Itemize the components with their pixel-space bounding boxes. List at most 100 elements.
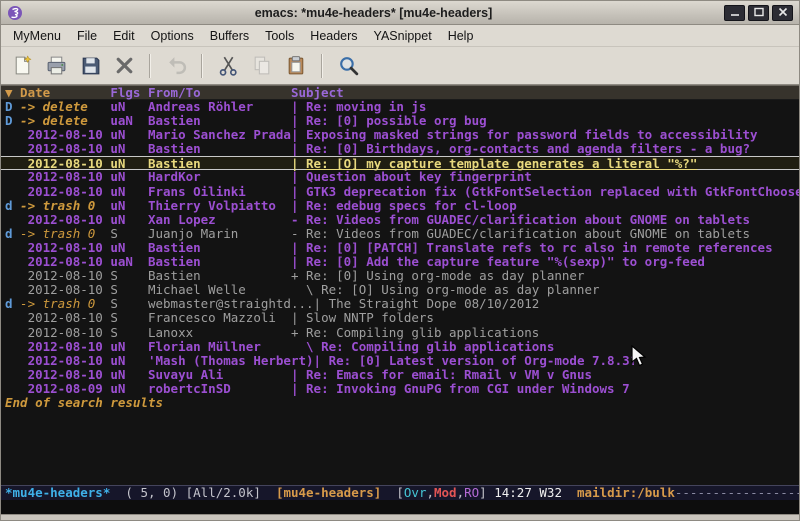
row-flags: S [110,326,148,340]
undo-button [161,51,191,81]
row-subject: Question about key fingerprint [306,169,532,184]
message-row[interactable]: D-> deleteuNAndreas Röhler| Re: moving i… [1,100,799,114]
cut-icon [217,54,240,77]
message-row[interactable]: 2012-08-10SLanoxx+ Re: Compiling glib ap… [1,326,799,340]
modeline-segment: [All/2.0k] [186,485,276,500]
row-date: 2012-08-10 [20,213,110,227]
row-from: robertcInSD [148,382,291,396]
row-flags: uN [110,241,148,255]
row-date: 2012-08-10 [20,142,110,156]
menu-item-file[interactable]: File [69,27,105,45]
modeline-segment: ] [479,485,494,500]
modeline-segment: Ovr [404,485,427,500]
row-flags: uN [110,354,148,368]
message-row[interactable]: 2012-08-10uNFlorian Müllner \ Re: Compil… [1,340,799,354]
row-subject: Re: Videos from GUADEC/clarification abo… [306,212,750,227]
echo-area[interactable] [1,500,799,514]
close-buffer-button[interactable] [109,51,139,81]
row-from: Bastien [148,255,291,269]
row-thread-prefix: - [291,226,306,241]
cut-button[interactable] [213,51,243,81]
modeline-segment: , [457,485,465,500]
mode-line[interactable]: *mu4e-headers* ( 5, 0) [All/2.0k] [mu4e-… [1,485,799,500]
menu-item-buffers[interactable]: Buffers [202,27,257,45]
search-button[interactable] [333,51,363,81]
row-from: Juanjo Marin [148,227,291,241]
menu-item-options[interactable]: Options [143,27,202,45]
message-row[interactable]: 2012-08-10uNBastien| Re: [0] Birthdays, … [1,142,799,156]
row-flags: uN [110,185,148,199]
row-flags: uN [110,128,148,142]
copy-button [247,51,277,81]
row-date: 2012-08-10 [20,311,110,325]
row-flags: S [110,269,148,283]
message-row[interactable]: 2012-08-10uNSuvayu Ali| Re: Emacs for em… [1,368,799,382]
row-date: 2012-08-10 [20,255,110,269]
column-header-flags: Flgs [110,86,148,99]
message-row[interactable]: 2012-08-10SFrancesco Mazzoli| Slow NNTP … [1,311,799,325]
row-from: Xan Lopez [148,213,291,227]
message-row[interactable]: d-> trash 0uNThierry Volpiatto| Re: edeb… [1,199,799,213]
row-subject: GTK3 deprecation fix (GtkFontSelection r… [306,184,799,199]
row-from: Thierry Volpiatto [148,199,291,213]
row-from: Bastien [148,269,291,283]
message-row[interactable]: D-> deleteuaNBastien| Re: [0] possible o… [1,114,799,128]
message-row[interactable]: 2012-08-10SBastien+ Re: [0] Using org-mo… [1,269,799,283]
message-row[interactable]: 2012-08-09uNrobertcInSD| Re: Invoking Gn… [1,382,799,396]
column-header-subject: Subject [291,85,344,100]
maximize-icon [753,4,765,22]
end-of-results: End of search results [1,396,799,410]
row-subject: Re: [0] Birthdays, org-contacts and agen… [306,141,750,156]
modeline-segment: [ [396,485,404,500]
menu-item-tools[interactable]: Tools [257,27,302,45]
message-row[interactable]: 2012-08-10uNBastien| Re: [0] [PATCH] Tra… [1,241,799,255]
window-resize-strip[interactable] [1,514,799,520]
message-row[interactable]: 2012-08-10SMichael Welle \ Re: [O] Using… [1,283,799,297]
titlebar[interactable]: emacs: *mu4e-headers* [mu4e-headers] [1,1,799,25]
print-button[interactable] [41,51,71,81]
emacs-icon [7,5,23,21]
row-flags: uaN [110,255,148,269]
menu-item-yasnippet[interactable]: YASnippet [366,27,440,45]
new-file-button[interactable] [7,51,37,81]
menu-item-edit[interactable]: Edit [105,27,143,45]
row-subject: Re: Compiling glib applications [321,339,554,354]
maximize-button[interactable] [748,5,769,21]
row-thread-prefix: | [314,296,329,311]
row-mark: D [5,114,20,128]
message-row[interactable]: d-> trash 0SJuanjo Marin- Re: Videos fro… [1,227,799,241]
toolbar [1,47,799,85]
row-from: Bastien [148,114,291,128]
modeline-segment: ( 5, 0) [110,485,185,500]
row-date: 2012-08-10 [20,340,110,354]
column-header-from: From/To [148,86,291,99]
row-thread-prefix: | [291,381,306,396]
close-button[interactable] [772,5,793,21]
message-row[interactable]: 2012-08-10uaNBastien| Re: [0] Add the ca… [1,255,799,269]
message-row[interactable]: 2012-08-10uNXan Lopez- Re: Videos from G… [1,213,799,227]
menu-item-headers[interactable]: Headers [302,27,365,45]
message-row[interactable]: 2012-08-10uNBastien| Re: [O] my capture … [1,156,799,170]
row-flags: S [110,311,148,325]
message-row[interactable]: 2012-08-10uNFrans Oilinki| GTK3 deprecat… [1,185,799,199]
search-icon [337,54,360,77]
row-thread-prefix: \ [291,339,321,354]
menu-item-help[interactable]: Help [440,27,482,45]
message-row[interactable]: d-> trash 0Swebmaster@straightd...| The … [1,297,799,311]
message-row[interactable]: 2012-08-10uNHardKor| Question about key … [1,170,799,184]
message-row[interactable]: 2012-08-10uN'Mash (Thomas Herbert)| Re: … [1,354,799,368]
row-thread-prefix: | [291,184,306,199]
row-date: -> delete [20,114,110,128]
paste-button[interactable] [281,51,311,81]
message-row[interactable]: 2012-08-10uNMario Sanchez Prada| Exposin… [1,128,799,142]
save-button[interactable] [75,51,105,81]
row-mark: D [5,100,20,114]
minimize-button[interactable] [724,5,745,21]
column-header-date: ▼ Date [5,86,110,99]
row-date: 2012-08-10 [20,354,110,368]
row-subject: Re: [0] [PATCH] Translate refs to rc als… [306,240,773,255]
row-subject: Re: Videos from GUADEC/clarification abo… [306,226,750,241]
menu-item-mymenu[interactable]: MyMenu [5,27,69,45]
row-subject: Re: [0] Add the capture feature "%(sexp)… [306,254,705,269]
row-from: Lanoxx [148,326,291,340]
